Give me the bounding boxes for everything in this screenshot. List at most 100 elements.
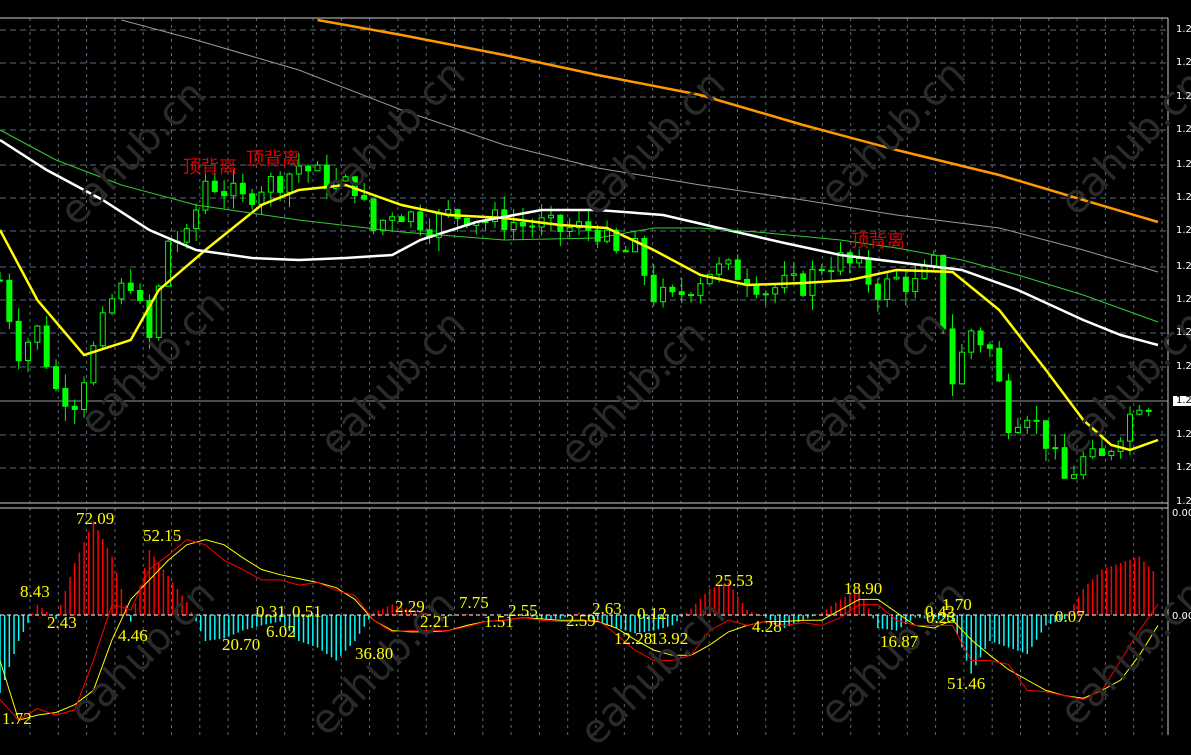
candle-bull xyxy=(286,173,293,193)
candle-bear xyxy=(137,290,144,301)
candle-bull xyxy=(716,263,723,275)
candle-bear xyxy=(557,214,564,232)
candle-bull xyxy=(1070,474,1077,479)
macd-value-label: 8.43 xyxy=(20,582,50,601)
macd-value-label: 16.87 xyxy=(880,632,919,651)
macd-value-label: 0.12 xyxy=(637,604,667,623)
macd-value-label: 51.46 xyxy=(947,674,986,693)
macd-value-label: 0.23 xyxy=(926,608,956,627)
macd-axis-label: 0.00 xyxy=(1172,611,1191,622)
price-axis-label: 1.2 xyxy=(1176,57,1191,68)
macd-value-label: 2.63 xyxy=(592,599,622,618)
macd-value-label: 72.09 xyxy=(76,509,115,528)
candle-bull xyxy=(566,227,573,232)
candle-bear xyxy=(688,294,695,297)
candle-bull xyxy=(407,211,414,223)
candle-bear xyxy=(800,273,807,296)
candle-bear xyxy=(902,276,909,292)
macd-value-label: 12.28 xyxy=(614,629,653,648)
candle-bear xyxy=(1005,380,1012,433)
candle-bear xyxy=(986,344,993,349)
candle-bull xyxy=(25,341,32,362)
candle-bear xyxy=(519,222,526,227)
candle-bear xyxy=(417,211,424,231)
candle-bear xyxy=(874,283,881,300)
candle-bull xyxy=(109,298,116,314)
candle-bull xyxy=(314,164,321,172)
candle-bull xyxy=(193,209,200,230)
candle-bull xyxy=(856,257,863,264)
macd-value-label: 7.75 xyxy=(459,593,489,612)
candle-bear xyxy=(370,198,377,231)
candle-bear xyxy=(501,209,508,230)
price-axis-label: 1.2 xyxy=(1176,225,1191,236)
candle-bull xyxy=(183,228,190,243)
candle-bear xyxy=(865,257,872,285)
price-axis-label: 1.2 xyxy=(1176,361,1191,372)
candle-bull xyxy=(958,351,965,385)
price-axis-label: 1.2 xyxy=(1176,24,1191,35)
candle-bear xyxy=(398,216,405,223)
candle-bull xyxy=(912,278,919,292)
macd-value-label: 2.55 xyxy=(508,601,538,620)
candle-bear xyxy=(529,225,536,228)
candle-bull xyxy=(884,278,891,300)
candle-bear xyxy=(996,347,1003,382)
candle-bear xyxy=(846,252,853,264)
candle-bear xyxy=(678,291,685,296)
current-price-label: 1.2 xyxy=(1173,396,1191,406)
price-axis-label: 1.2 xyxy=(1176,327,1191,338)
candle-bear xyxy=(1033,419,1040,422)
macd-value-label: 1.72 xyxy=(2,709,32,728)
candle-bull xyxy=(1052,447,1059,450)
candle-bull xyxy=(725,259,732,265)
candle-bull xyxy=(893,276,900,280)
price-axis-label: 1.2 xyxy=(1176,429,1191,440)
candle-bear xyxy=(15,320,22,362)
candle-bear xyxy=(622,250,629,253)
candle-bull xyxy=(547,214,554,219)
candle-bull xyxy=(267,176,274,193)
candle-bull xyxy=(1024,419,1031,428)
ma-orange-line xyxy=(317,18,1159,224)
candle-bull xyxy=(968,330,975,353)
candle-bull xyxy=(697,283,704,296)
candle-bull xyxy=(230,182,237,197)
candle-bear xyxy=(650,274,657,303)
price-axis-label: 1.2 xyxy=(1176,91,1191,102)
candle-bull xyxy=(510,222,517,230)
candle-bear xyxy=(669,286,676,293)
candle-bear xyxy=(1042,420,1049,449)
candle-bull xyxy=(772,287,779,295)
macd-value-label: 20.70 xyxy=(222,635,261,654)
divergence-annotation: 顶背离 xyxy=(183,157,237,177)
macd-value-label: 0.51 xyxy=(292,602,322,621)
candle-bear xyxy=(211,180,218,193)
macd-value-label: 0.31 xyxy=(256,602,286,621)
candle-bear xyxy=(249,193,256,205)
macd-value-label: 52.15 xyxy=(143,526,182,545)
divergence-annotation: 顶背离 xyxy=(851,231,905,251)
candle-bear xyxy=(454,209,461,220)
price-axis-label: 1.2 xyxy=(1176,124,1191,135)
macd-axis-label: 0.00 xyxy=(1172,508,1191,519)
candle-bull xyxy=(660,286,667,303)
price-axis-label: 1.2 xyxy=(1176,261,1191,272)
candle-bear xyxy=(828,270,835,273)
price-axis-label: 1.2 xyxy=(1176,159,1191,170)
candle-bear xyxy=(594,229,601,242)
candle-bear xyxy=(6,279,13,322)
macd-value-label: 13.92 xyxy=(650,629,689,648)
macd-value-label: 18.90 xyxy=(844,579,883,598)
price-axis-label: 1.2 xyxy=(1176,192,1191,203)
candle-bull xyxy=(1136,409,1143,415)
candle-bear xyxy=(62,387,69,407)
candle-bear xyxy=(43,325,50,368)
price-axis-label: 1.2 xyxy=(1176,496,1191,507)
macd-value-label: 2.21 xyxy=(420,612,450,631)
candle-bear xyxy=(277,176,284,193)
candle-bear xyxy=(0,279,3,282)
price-axis-label: 1.2 xyxy=(1176,462,1191,473)
macd-value-label: 4.28 xyxy=(752,617,782,636)
candle-bear xyxy=(1061,447,1068,479)
